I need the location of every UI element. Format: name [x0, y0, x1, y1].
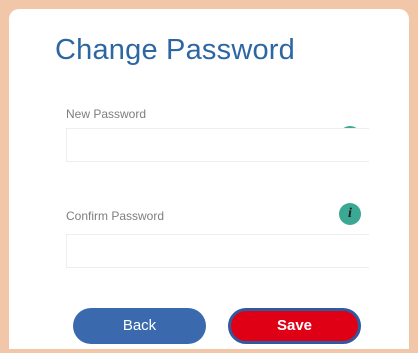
- new-password-field[interactable]: [66, 128, 369, 162]
- confirm-password-label: Confirm Password: [66, 209, 165, 223]
- info-icon[interactable]: i: [339, 203, 361, 225]
- page-title: Change Password: [55, 34, 295, 66]
- back-button[interactable]: Back: [73, 308, 206, 344]
- confirm-password-field[interactable]: [66, 234, 369, 268]
- new-password-label: New Password: [66, 107, 147, 121]
- save-button[interactable]: Save: [228, 308, 361, 344]
